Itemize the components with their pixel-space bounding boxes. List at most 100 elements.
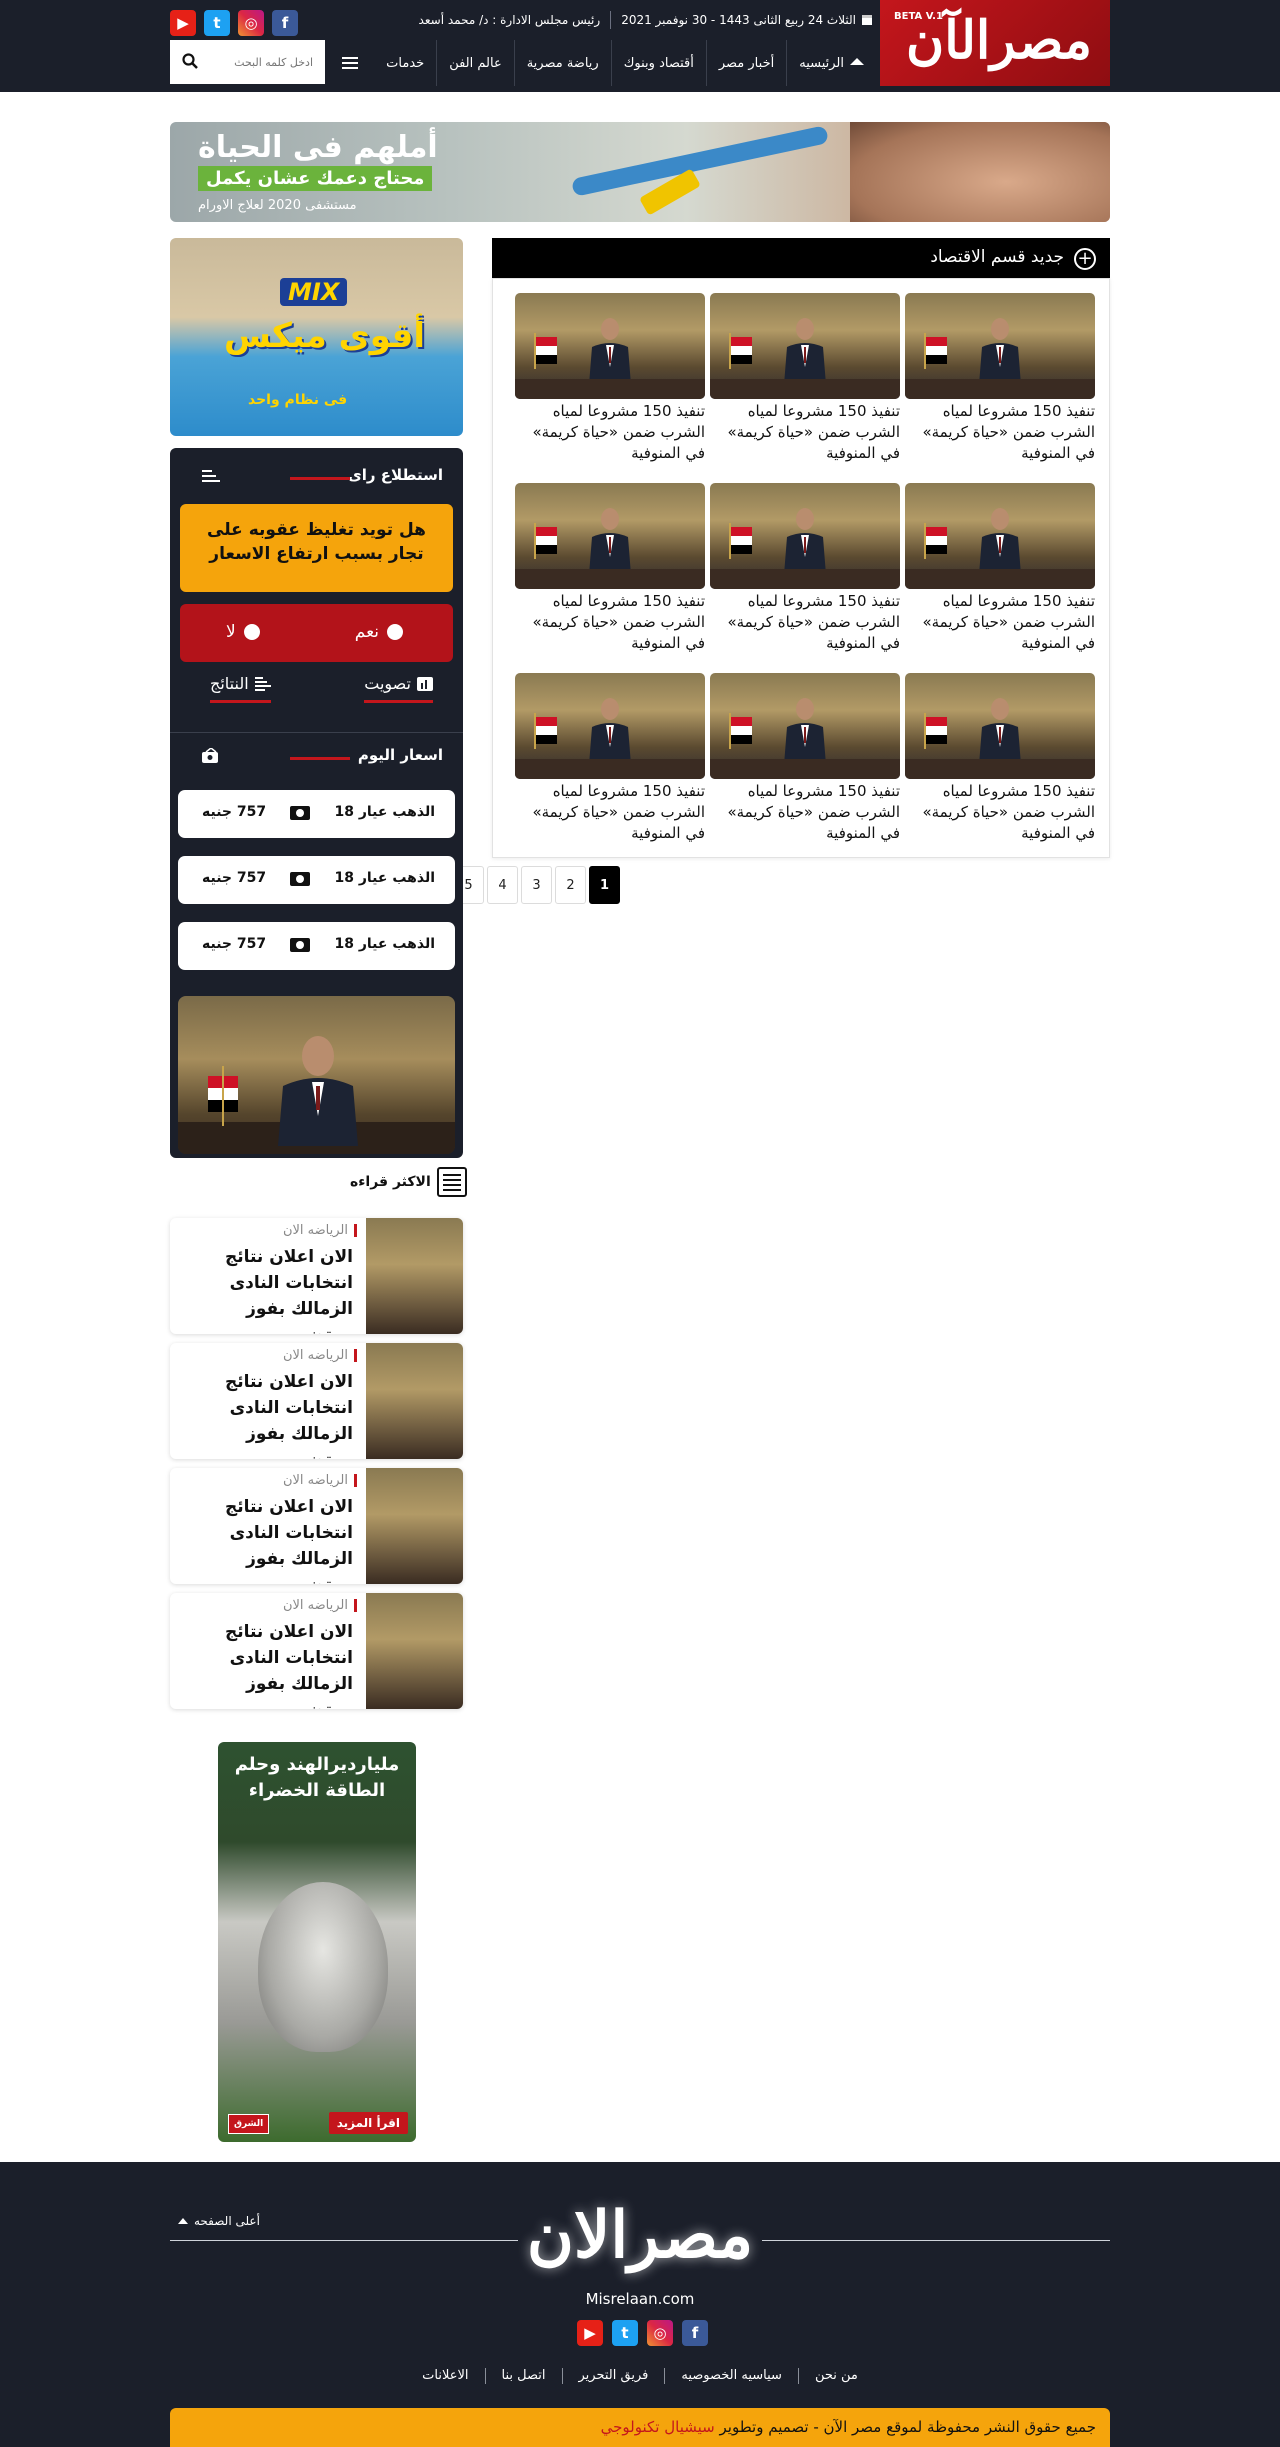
facebook-icon[interactable]: f — [682, 2320, 708, 2346]
article-title[interactable]: تنفيذ 150 مشروعا لمياه الشرب ضمن «حياة ك… — [710, 401, 900, 464]
results-button[interactable]: النتائج — [210, 674, 271, 703]
article-thumbnail — [366, 1343, 463, 1459]
footer-logo[interactable]: مصرالان — [518, 2194, 762, 2278]
instagram-icon[interactable]: ◎ — [647, 2320, 673, 2346]
article-image[interactable] — [710, 673, 900, 779]
article-title[interactable]: تنفيذ 150 مشروعا لمياه الشرب ضمن «حياة ك… — [905, 781, 1095, 844]
article-image[interactable] — [515, 293, 705, 399]
egypt-flag-graphic — [729, 333, 752, 369]
article-card[interactable]: تنفيذ 150 مشروعا لمياه الشرب ضمن «حياة ك… — [515, 673, 705, 844]
copyright-text: جميع حقوق النشر محفوظة لموقع مصر الآن - … — [719, 2418, 1096, 2436]
vote-button[interactable]: تصويت — [364, 674, 433, 703]
radio-button[interactable] — [243, 624, 260, 640]
desk-graphic — [710, 759, 900, 779]
most-read-item[interactable]: الرياضه الان الان اعلان نتائج انتخابات ا… — [170, 1343, 463, 1459]
article-category[interactable]: الرياضه الان — [283, 1474, 357, 1487]
article-category[interactable]: الرياضه الان — [283, 1224, 357, 1237]
nav-item-economy[interactable]: أقتصاد وبنوك — [610, 40, 706, 86]
most-read-item[interactable]: الرياضه الان الان اعلان نتائج انتخابات ا… — [170, 1468, 463, 1584]
vertical-ad[interactable]: مليارديرالهند وحلم الطاقة الخضراء اقرأ ا… — [218, 1742, 416, 2142]
article-image[interactable] — [905, 673, 1095, 779]
article-card[interactable]: تنفيذ 150 مشروعا لمياه الشرب ضمن «حياة ك… — [905, 483, 1095, 654]
footer-social-links: ▶ t ◎ f — [577, 2320, 708, 2346]
option-label: لا — [226, 622, 236, 642]
article-title[interactable]: تنفيذ 150 مشروعا لمياه الشرب ضمن «حياة ك… — [710, 781, 900, 844]
article-title[interactable]: تنفيذ 150 مشروعا لمياه الشرب ضمن «حياة ك… — [710, 591, 900, 654]
banner-ad[interactable]: أملهم فى الحياة محتاج دعمك عشان يكمل مست… — [170, 122, 1110, 222]
footer-link-privacy[interactable]: سياسيه الخصوصيه — [664, 2368, 798, 2384]
footer-domain: Misrelaan.com — [585, 2290, 695, 2308]
article-image[interactable] — [905, 483, 1095, 589]
developer-link[interactable]: سيشيال تكنولوجي — [601, 2418, 715, 2436]
article-title[interactable]: تنفيذ 150 مشروعا لمياه الشرب ضمن «حياة ك… — [515, 781, 705, 844]
most-read-item[interactable]: الرياضه الان الان اعلان نتائج انتخابات ا… — [170, 1218, 463, 1334]
menu-icon[interactable] — [330, 40, 370, 86]
nav-item-home[interactable]: الرئيسيه — [786, 40, 876, 86]
article-card[interactable]: تنفيذ 150 مشروعا لمياه الشرب ضمن «حياة ك… — [515, 293, 705, 464]
title-underline — [290, 477, 350, 480]
chairman-name: رئيس مجلس الادارة : د/ محمد أسعد — [418, 13, 601, 27]
article-title[interactable]: تنفيذ 150 مشروعا لمياه الشرب ضمن «حياة ك… — [515, 401, 705, 464]
facebook-icon[interactable]: f — [272, 10, 298, 36]
poll-option-no[interactable]: لا — [226, 622, 260, 642]
nav-item-egypt-news[interactable]: أخبار مصر — [705, 40, 786, 86]
youtube-icon[interactable]: ▶ — [170, 10, 196, 36]
nav-item-services[interactable]: خدمات — [374, 40, 436, 86]
article-card[interactable]: تنفيذ 150 مشروعا لمياه الشرب ضمن «حياة ك… — [710, 293, 900, 464]
article-title[interactable]: تنفيذ 150 مشروعا لمياه الشرب ضمن «حياة ك… — [515, 591, 705, 654]
search-box — [170, 40, 325, 84]
search-input[interactable] — [207, 40, 325, 84]
site-logo[interactable]: مصرالآن BETA V.1 — [880, 0, 1110, 86]
desk-graphic — [515, 569, 705, 589]
egypt-flag-graphic — [534, 713, 557, 749]
page-button-3[interactable]: 3 — [521, 866, 552, 904]
nav-item-sports[interactable]: رياضة مصرية — [513, 40, 611, 86]
article-title[interactable]: الان اعلان نتائج انتخابات النادى الزمالك… — [183, 1619, 353, 1709]
article-card[interactable]: تنفيذ 150 مشروعا لمياه الشرب ضمن «حياة ك… — [710, 673, 900, 844]
article-title[interactable]: تنفيذ 150 مشروعا لمياه الشرب ضمن «حياة ك… — [905, 591, 1095, 654]
twitter-icon[interactable]: t — [612, 2320, 638, 2346]
article-card[interactable]: تنفيذ 150 مشروعا لمياه الشرب ضمن «حياة ك… — [515, 483, 705, 654]
sidebar-photo[interactable] — [178, 996, 455, 1154]
sidebar-panel: استطلاع راى هل تويد تغليظ عقوبه على تجار… — [170, 448, 463, 1158]
article-title[interactable]: تنفيذ 150 مشروعا لمياه الشرب ضمن «حياة ك… — [905, 401, 1095, 464]
social-links: ▶ t ◎ f — [170, 10, 298, 36]
plus-icon[interactable]: + — [1074, 248, 1096, 270]
footer-link-editorial[interactable]: فريق التحرير — [561, 2368, 665, 2384]
youtube-icon[interactable]: ▶ — [577, 2320, 603, 2346]
poll-option-yes[interactable]: نعم — [355, 622, 403, 642]
page-button-1[interactable]: 1 — [589, 866, 620, 904]
footer-link-ads[interactable]: الاعلانات — [406, 2368, 484, 2384]
sidebar-ad[interactable]: MIX أقوى ميكس فى نظام واحد — [170, 238, 463, 436]
article-card[interactable]: تنفيذ 150 مشروعا لمياه الشرب ضمن «حياة ك… — [710, 483, 900, 654]
poll-title: استطلاع راى — [347, 466, 443, 484]
ad-portrait — [258, 1882, 388, 2052]
article-category[interactable]: الرياضه الان — [283, 1599, 357, 1612]
footer-link-contact[interactable]: اتصل بنا — [484, 2368, 562, 2384]
price-name: الذهب عيار 18 — [334, 870, 436, 886]
back-to-top-link[interactable]: أعلى الصفحه — [178, 2214, 260, 2228]
instagram-icon[interactable]: ◎ — [238, 10, 264, 36]
desk-graphic — [905, 379, 1095, 399]
read-more-button[interactable]: اقرأ المزيد — [328, 2112, 408, 2134]
article-title[interactable]: الان اعلان نتائج انتخابات النادى الزمالك… — [183, 1369, 353, 1459]
radio-button[interactable] — [387, 624, 403, 640]
article-category[interactable]: الرياضه الان — [283, 1349, 357, 1362]
nav-item-art[interactable]: عالم الفن — [436, 40, 514, 86]
article-image[interactable] — [905, 293, 1095, 399]
article-image[interactable] — [710, 483, 900, 589]
page-button-4[interactable]: 4 — [487, 866, 518, 904]
article-image[interactable] — [515, 673, 705, 779]
page-button-2[interactable]: 2 — [555, 866, 586, 904]
article-card[interactable]: تنفيذ 150 مشروعا لمياه الشرب ضمن «حياة ك… — [905, 293, 1095, 464]
twitter-icon[interactable]: t — [204, 10, 230, 36]
article-title[interactable]: الان اعلان نتائج انتخابات النادى الزمالك… — [183, 1494, 353, 1584]
footer-link-about[interactable]: من نحن — [797, 2368, 874, 2384]
article-image[interactable] — [710, 293, 900, 399]
person-graphic — [784, 318, 826, 385]
article-image[interactable] — [515, 483, 705, 589]
search-icon[interactable] — [182, 53, 198, 69]
article-card[interactable]: تنفيذ 150 مشروعا لمياه الشرب ضمن «حياة ك… — [905, 673, 1095, 844]
article-title[interactable]: الان اعلان نتائج انتخابات النادى الزمالك… — [183, 1244, 353, 1334]
most-read-item[interactable]: الرياضه الان الان اعلان نتائج انتخابات ا… — [170, 1593, 463, 1709]
